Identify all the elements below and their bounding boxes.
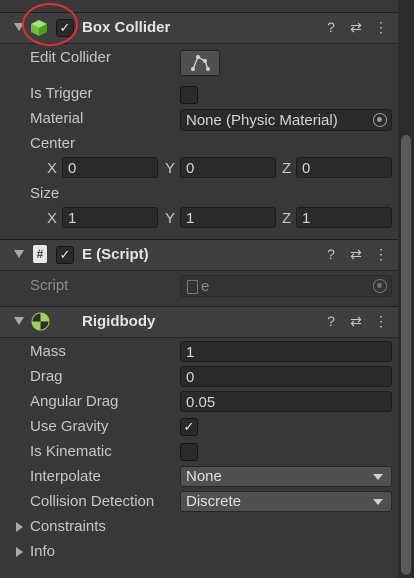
center-x-label: X bbox=[47, 160, 58, 177]
collision-detection-dropdown[interactable]: Discrete bbox=[180, 491, 392, 512]
center-label: Center bbox=[30, 135, 76, 152]
center-y-field[interactable]: 0 bbox=[180, 157, 276, 178]
preset-icon[interactable]: ⇄ bbox=[348, 246, 364, 262]
size-y-field[interactable]: 1 bbox=[180, 207, 276, 228]
more-icon[interactable]: ⋮ bbox=[373, 246, 389, 262]
drag-field[interactable]: 0 bbox=[180, 366, 392, 387]
angular-drag-label: Angular Drag bbox=[30, 393, 119, 410]
script-file-icon: # bbox=[33, 245, 47, 263]
fold-arrow-icon[interactable] bbox=[14, 250, 24, 258]
collision-detection-label: Collision Detection bbox=[30, 493, 155, 510]
constraints-foldout-icon[interactable] bbox=[16, 522, 23, 532]
e-script-enabled-checkbox[interactable]: ✓ bbox=[56, 246, 74, 264]
is-trigger-label: Is Trigger bbox=[30, 85, 93, 102]
info-foldout-icon[interactable] bbox=[16, 547, 23, 557]
chevron-down-icon bbox=[373, 474, 383, 480]
edit-collider-icon bbox=[191, 55, 210, 71]
preset-icon[interactable]: ⇄ bbox=[348, 313, 364, 329]
info-foldout[interactable]: Info bbox=[30, 543, 55, 560]
rigidbody-header[interactable]: Rigidbody ? ⇄ ⋮ bbox=[0, 306, 398, 338]
help-icon[interactable]: ? bbox=[323, 246, 339, 262]
edit-collider-button[interactable] bbox=[180, 50, 220, 76]
script-field: e bbox=[180, 275, 392, 297]
angular-drag-field[interactable]: 0.05 bbox=[180, 391, 392, 412]
checkmark-icon: ✓ bbox=[59, 247, 71, 262]
component-title: Box Collider bbox=[82, 19, 171, 36]
mass-label: Mass bbox=[30, 343, 66, 360]
size-z-label: Z bbox=[282, 210, 292, 227]
interpolate-value: None bbox=[186, 468, 222, 485]
rigidbody-icon bbox=[31, 312, 50, 331]
more-icon[interactable]: ⋮ bbox=[373, 19, 389, 35]
material-label: Material bbox=[30, 110, 84, 127]
size-x-field[interactable]: 1 bbox=[62, 207, 158, 228]
preset-icon[interactable]: ⇄ bbox=[348, 19, 364, 35]
component-title: E (Script) bbox=[82, 246, 149, 263]
chevron-down-icon bbox=[373, 499, 383, 505]
fold-arrow-icon[interactable] bbox=[14, 317, 24, 325]
scrollbar-thumb[interactable] bbox=[401, 135, 411, 575]
help-icon[interactable]: ? bbox=[323, 19, 339, 35]
edit-collider-label: Edit Collider bbox=[30, 49, 111, 66]
mass-field[interactable]: 1 bbox=[180, 341, 392, 362]
size-y-label: Y bbox=[165, 210, 176, 227]
center-z-label: Z bbox=[282, 160, 292, 177]
component-title: Rigidbody bbox=[82, 313, 156, 330]
checkmark-icon: ✓ bbox=[183, 419, 195, 434]
interpolate-dropdown[interactable]: None bbox=[180, 466, 392, 487]
script-label: Script bbox=[30, 277, 69, 294]
size-x-label: X bbox=[47, 210, 58, 227]
use-gravity-label: Use Gravity bbox=[30, 418, 109, 435]
constraints-foldout[interactable]: Constraints bbox=[30, 518, 106, 535]
is-kinematic-checkbox[interactable] bbox=[180, 443, 198, 461]
help-icon[interactable]: ? bbox=[323, 313, 339, 329]
size-label: Size bbox=[30, 185, 60, 202]
size-z-field[interactable]: 1 bbox=[296, 207, 392, 228]
is-kinematic-label: Is Kinematic bbox=[30, 443, 112, 460]
material-value: None (Physic Material) bbox=[186, 112, 338, 129]
collision-detection-value: Discrete bbox=[186, 493, 242, 510]
highlight-circle bbox=[22, 3, 78, 46]
script-value: e bbox=[201, 278, 210, 295]
object-picker-icon bbox=[373, 279, 387, 293]
drag-label: Drag bbox=[30, 368, 63, 385]
script-file-icon bbox=[187, 280, 198, 294]
inspector-panel: ✓ Box Collider ? ⇄ ⋮ Edit Collider Is Tr… bbox=[0, 0, 398, 578]
object-picker-icon[interactable] bbox=[373, 113, 387, 127]
center-x-field[interactable]: 0 bbox=[62, 157, 158, 178]
center-y-label: Y bbox=[165, 160, 176, 177]
e-script-header[interactable]: # ✓ E (Script) ? ⇄ ⋮ bbox=[0, 239, 398, 271]
interpolate-label: Interpolate bbox=[30, 468, 101, 485]
more-icon[interactable]: ⋮ bbox=[373, 313, 389, 329]
use-gravity-checkbox[interactable]: ✓ bbox=[180, 418, 198, 436]
center-z-field[interactable]: 0 bbox=[296, 157, 392, 178]
is-trigger-checkbox[interactable] bbox=[180, 86, 198, 104]
material-field[interactable]: None (Physic Material) bbox=[180, 109, 392, 131]
